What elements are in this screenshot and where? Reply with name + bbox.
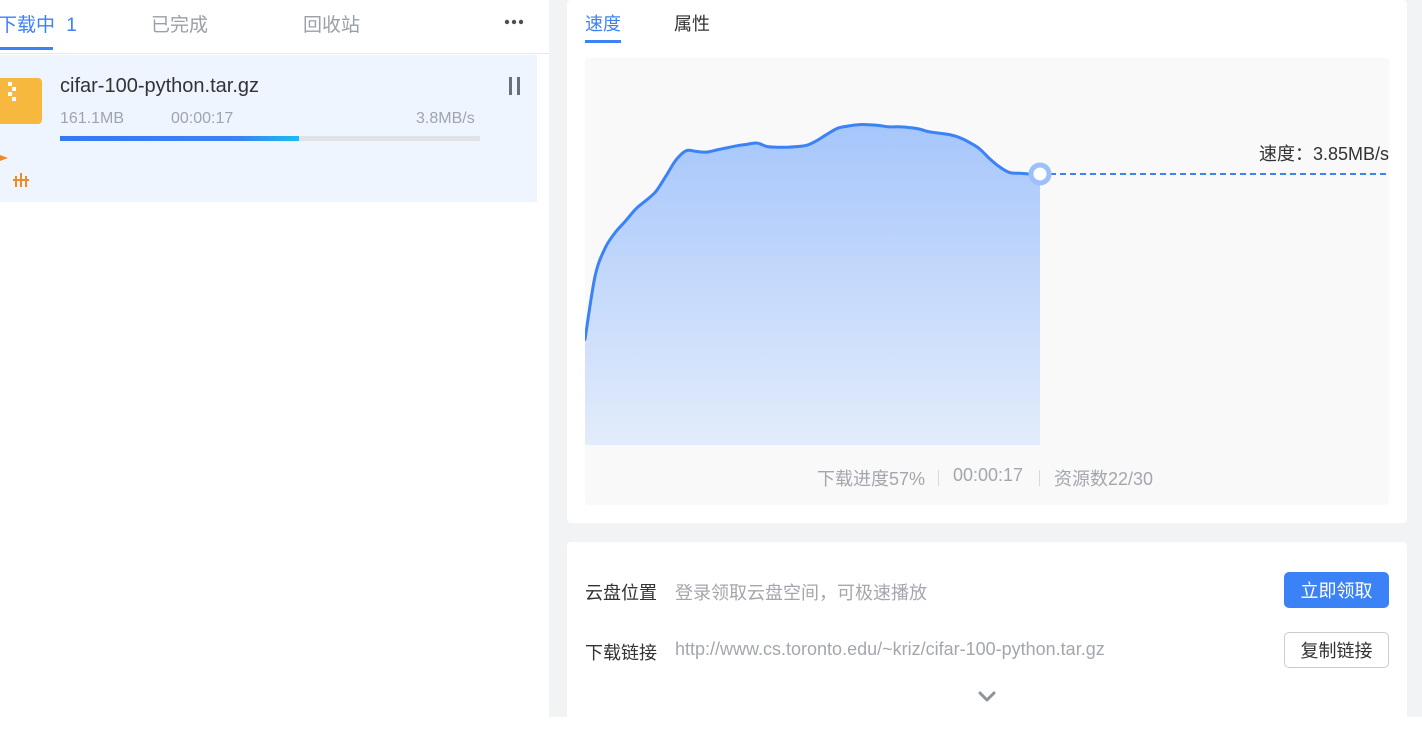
chevron-down-icon[interactable] xyxy=(976,688,998,704)
stat-divider xyxy=(1039,470,1040,486)
copy-link-button[interactable]: 复制链接 xyxy=(1284,632,1389,668)
tab-completed[interactable]: 已完成 xyxy=(151,10,208,37)
tab-recycle-bin[interactable]: 回收站 xyxy=(303,10,360,37)
stat-elapsed-time: 00:00:17 xyxy=(953,465,1024,485)
accelerate-arrow-icon xyxy=(0,155,8,161)
tab-properties[interactable]: 属性 xyxy=(674,10,710,36)
speed-chart-svg xyxy=(585,123,1389,445)
current-speed-marker xyxy=(1028,162,1052,186)
download-list-pane: 下载中 1 已完成 回收站 cifar-100-python.tar.gz 16… xyxy=(0,0,549,717)
download-stats: 下载进度57% 00:00:17 资源数22/30 xyxy=(585,465,1389,491)
file-name: cifar-100-python.tar.gz xyxy=(60,75,259,97)
speed-area xyxy=(585,124,1040,445)
current-speed-label: 速度：3.85MB/s xyxy=(1258,144,1389,164)
download-speed: 3.8MB/s xyxy=(416,110,475,127)
active-tab-indicator xyxy=(0,47,53,50)
download-link-value[interactable]: http://www.cs.toronto.edu/~kriz/cifar-10… xyxy=(675,639,1105,660)
tab-speed[interactable]: 速度 xyxy=(585,10,621,36)
more-dots-icon[interactable] xyxy=(503,12,527,32)
stat-divider xyxy=(938,470,939,486)
cloud-location-value: 登录领取云盘空间，可极速播放 xyxy=(675,583,927,603)
download-tabs: 下载中 1 已完成 回收站 xyxy=(0,0,549,54)
accelerate-icon[interactable] xyxy=(12,172,30,188)
download-progress-bar xyxy=(60,136,480,141)
cloud-location-label: 云盘位置 xyxy=(585,583,657,603)
tab-downloading-count: 1 xyxy=(66,15,77,36)
download-item[interactable]: cifar-100-python.tar.gz 161.1MB 00:00:17… xyxy=(0,55,537,202)
pause-icon[interactable] xyxy=(507,76,523,96)
download-link-label: 下载链接 xyxy=(585,643,657,663)
tab-downloading[interactable]: 下载中 1 xyxy=(0,10,77,37)
elapsed-time: 00:00:17 xyxy=(171,110,234,127)
stat-sources: 资源数22/30 xyxy=(1054,469,1154,489)
archive-file-icon xyxy=(0,78,42,124)
pane-divider[interactable] xyxy=(549,0,567,717)
active-detail-tab-indicator xyxy=(585,40,621,43)
file-size: 161.1MB xyxy=(60,110,125,127)
claim-cloud-space-button[interactable]: 立即领取 xyxy=(1284,572,1389,608)
tab-downloading-label: 下载中 xyxy=(0,15,56,36)
stat-progress: 下载进度57% xyxy=(817,469,926,489)
download-progress-fill xyxy=(60,136,300,141)
speed-chart: 速度：3.85MB/s 下载进度57% 00:00:17 资源数22/30 xyxy=(585,58,1389,505)
